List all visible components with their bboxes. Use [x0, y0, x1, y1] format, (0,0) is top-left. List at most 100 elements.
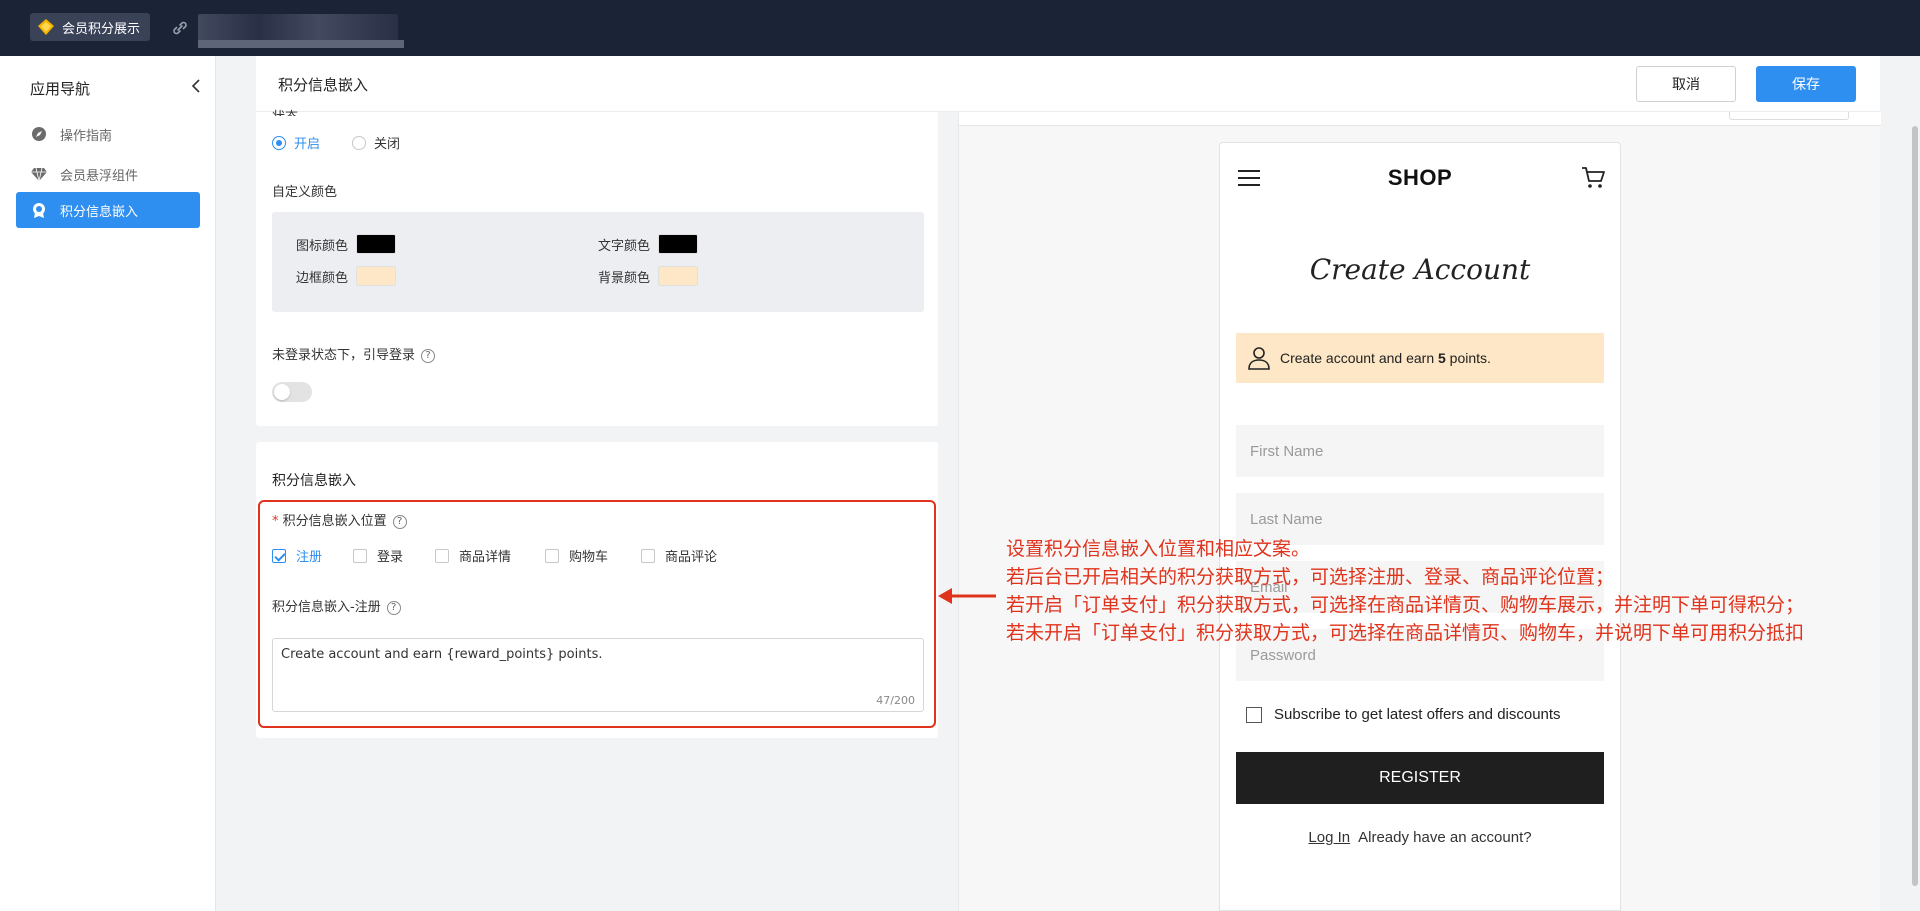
content-header: 积分信息嵌入 取消 保存 — [256, 56, 1880, 112]
checkbox — [353, 548, 367, 563]
text-color-label: 文字颜色 — [598, 238, 651, 254]
checkbox — [1246, 706, 1262, 723]
top-bar: 会员积分展示 — [0, 0, 1920, 56]
bg-color-swatch[interactable] — [658, 266, 699, 286]
annotation-line: 若后台已开启相关的积分获取方式，可选择注册、登录、商品评论位置； — [1006, 566, 1615, 588]
bg-color-row: 背景颜色 — [598, 266, 699, 286]
sidebar-item-label: 积分信息嵌入 — [60, 204, 139, 220]
border-color-label: 边框颜色 — [296, 270, 349, 286]
help-icon[interactable]: ? — [392, 514, 407, 529]
checkbox — [435, 548, 449, 563]
subscribe-checkbox[interactable]: Subscribe to get latest offers and disco… — [1246, 706, 1561, 723]
annotation-text: 设置积分信息嵌入位置和相应文案。若后台已开启相关的积分获取方式，可选择注册、登录… — [1006, 535, 1804, 647]
checkbox-label: 商品详情 — [459, 550, 512, 565]
status-off-radio[interactable]: 关闭 — [352, 133, 400, 152]
position-checkbox-cart[interactable]: 购物车 — [545, 546, 608, 565]
annotation-arrow-icon — [938, 588, 996, 604]
sidebar-item-floating-widget[interactable]: 会员悬浮组件 — [16, 156, 200, 192]
char-counter: 47/200 — [876, 694, 915, 707]
border-color-swatch[interactable] — [356, 266, 397, 286]
preview-panel: SHOP Create Account Create account and e… — [958, 112, 1881, 911]
sidebar-title: 应用导航 — [30, 80, 91, 98]
cart-icon[interactable] — [1580, 165, 1606, 191]
create-account-title: Create Account — [1309, 253, 1531, 286]
shop-logo[interactable]: SHOP — [1220, 165, 1620, 191]
radio-label: 关闭 — [374, 137, 401, 152]
user-icon — [1248, 347, 1270, 370]
position-checkbox-register[interactable]: 注册 — [272, 546, 322, 565]
annotation-line: 设置积分信息嵌入位置和相应文案。 — [1006, 538, 1311, 560]
embed-section-title: 积分信息嵌入 — [272, 473, 356, 489]
embed-text-input[interactable]: Create account and earn {reward_points} … — [272, 638, 924, 712]
embed-position-label: 积分信息嵌入位置 — [282, 514, 387, 529]
checkbox-label: 登录 — [377, 550, 404, 565]
login-guide-label: 未登录状态下，引导登录 — [272, 348, 416, 363]
scrollbar[interactable] — [1912, 126, 1918, 886]
icon-color-swatch[interactable] — [356, 234, 397, 254]
register-button[interactable]: REGISTER — [1236, 752, 1604, 804]
radio-dot — [272, 135, 286, 150]
checkbox — [545, 548, 559, 563]
position-checkbox-login[interactable]: 登录 — [353, 546, 403, 565]
badge-icon — [30, 201, 48, 219]
checkbox-label: 商品评论 — [665, 550, 718, 565]
color-settings-panel: 图标颜色 文字颜色 边框颜色 背景颜色 — [272, 212, 924, 312]
custom-color-label: 自定义颜色 — [272, 185, 338, 200]
sidebar-item-label: 会员悬浮组件 — [60, 168, 139, 184]
earn-points-value: 5 — [1438, 350, 1446, 366]
earn-points-banner: Create account and earn 5 points. — [1236, 333, 1604, 383]
status-label: 状态 — [272, 106, 298, 116]
link-icon[interactable] — [170, 18, 190, 38]
required-mark: * — [272, 514, 279, 529]
diamond-icon — [30, 165, 48, 183]
position-checkbox-product-detail[interactable]: 商品详情 — [435, 546, 511, 565]
app-chip[interactable]: 会员积分展示 — [30, 13, 151, 41]
icon-color-row: 图标颜色 — [296, 234, 397, 254]
radio-dot — [352, 135, 366, 150]
embed-position-row: * 积分信息嵌入位置? — [272, 510, 407, 529]
embed-text-label: 积分信息嵌入-注册 — [272, 600, 381, 615]
help-icon[interactable]: ? — [386, 600, 401, 615]
diamond-logo-icon — [38, 19, 54, 35]
help-icon[interactable]: ? — [421, 348, 436, 363]
compass-icon — [30, 125, 48, 143]
login-guide-row: 未登录状态下，引导登录? — [272, 344, 436, 363]
checkbox-label: 注册 — [296, 550, 323, 565]
position-checkbox-review[interactable]: 商品评论 — [641, 546, 717, 565]
cancel-button[interactable]: 取消 — [1636, 66, 1736, 102]
preview-device-select[interactable] — [1729, 112, 1849, 120]
sidebar-item-label: 操作指南 — [60, 128, 113, 144]
earn-prefix: Create account and earn — [1280, 350, 1438, 366]
login-text: Already have an account? — [1358, 829, 1532, 846]
login-link[interactable]: Log In — [1308, 829, 1350, 846]
text-color-row: 文字颜色 — [598, 234, 699, 254]
checkbox-label: 购物车 — [569, 550, 609, 565]
earn-suffix: points. — [1445, 350, 1491, 366]
save-button[interactable]: 保存 — [1756, 66, 1856, 102]
subscribe-label: Subscribe to get latest offers and disco… — [1274, 706, 1561, 723]
blurred-url — [198, 14, 404, 48]
annotation-line: 若未开启「订单支付」积分获取方式，可选择在商品详情页、购物车，并说明下单可用积分… — [1006, 622, 1805, 644]
text-color-swatch[interactable] — [658, 234, 699, 254]
settings-card: 状态 开启 关闭 自定义颜色 图标颜色 文字颜色 边框颜色 背景颜色 未登录状态… — [256, 110, 938, 426]
sidebar: 应用导航 操作指南 会员悬浮组件 积分信息嵌入 — [0, 56, 216, 911]
embed-card: 积分信息嵌入 * 积分信息嵌入位置? 注册 登录 商品详情 购物车 商品评论 积… — [256, 442, 938, 738]
annotation-line: 若开启「订单支付」积分获取方式，可选择在商品详情页、购物车展示，并注明下单可得积… — [1006, 594, 1805, 616]
checkbox — [641, 548, 655, 563]
first-name-field[interactable]: First Name — [1236, 425, 1604, 477]
icon-color-label: 图标颜色 — [296, 238, 349, 254]
page-title: 积分信息嵌入 — [278, 76, 369, 94]
phone-preview: SHOP Create Account Create account and e… — [1219, 142, 1621, 911]
embed-text-value: Create account and earn {reward_points} … — [281, 647, 603, 662]
app-name: 会员积分展示 — [62, 21, 141, 37]
chevron-left-icon[interactable] — [188, 76, 204, 96]
checkbox — [272, 548, 286, 563]
border-color-row: 边框颜色 — [296, 266, 397, 286]
embed-text-row: 积分信息嵌入-注册? — [272, 596, 401, 615]
login-line: Log In Already have an account? — [1220, 829, 1620, 846]
login-guide-toggle[interactable] — [272, 382, 312, 402]
status-on-radio[interactable]: 开启 — [272, 133, 320, 152]
earn-text: Create account and earn 5 points. — [1280, 350, 1491, 366]
sidebar-item-points-embed[interactable]: 积分信息嵌入 — [16, 192, 200, 228]
sidebar-item-guide[interactable]: 操作指南 — [16, 116, 200, 152]
